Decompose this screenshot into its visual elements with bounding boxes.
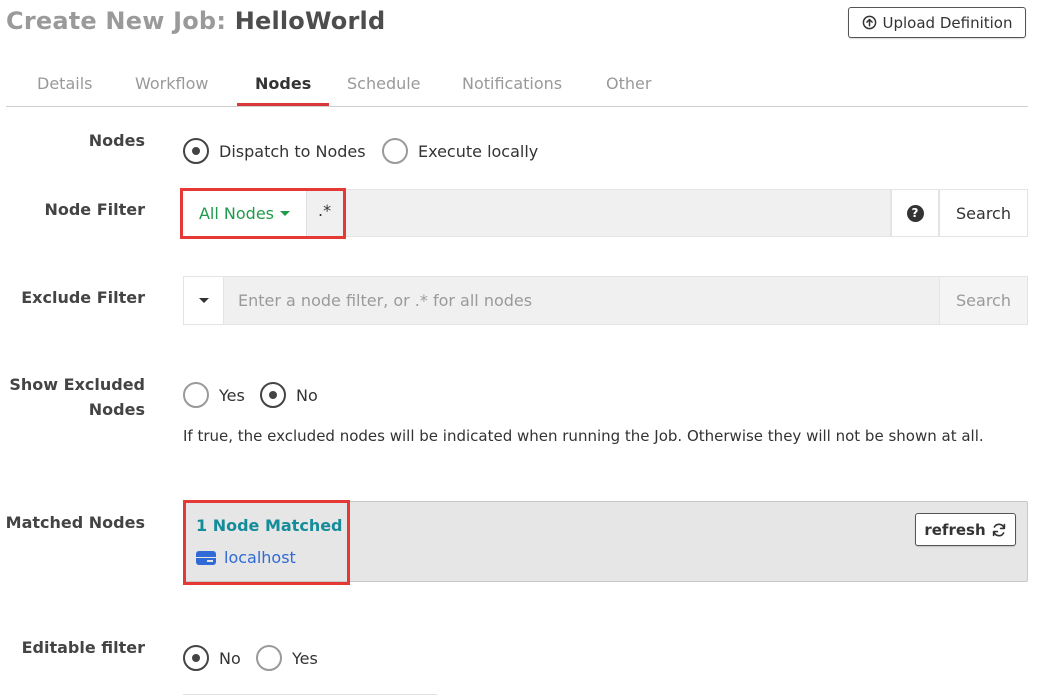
node-filter-label: Node Filter: [44, 200, 145, 219]
tab-other[interactable]: Other: [606, 74, 651, 93]
radio-selected-icon: [183, 645, 209, 671]
show-excluded-label-line2: Nodes: [88, 400, 145, 419]
highlight-box-node-filter: [180, 188, 346, 239]
refresh-label: refresh: [924, 520, 986, 539]
tab-bar: Details Workflow Nodes Schedule Notifica…: [6, 66, 1028, 107]
title-prefix: Create New Job:: [6, 7, 227, 35]
show-excluded-yes-radio[interactable]: Yes: [183, 382, 245, 408]
editable-filter-yes-label: Yes: [292, 648, 318, 668]
editable-filter-no-radio[interactable]: No: [183, 645, 241, 671]
show-excluded-no-label: No: [296, 385, 318, 405]
upload-circle-icon: [862, 15, 876, 30]
refresh-button[interactable]: refresh: [915, 513, 1016, 546]
editable-filter-no-label: No: [219, 648, 241, 668]
filter-help-button[interactable]: ?: [891, 189, 939, 237]
caret-down-icon: [198, 298, 209, 303]
editable-filter-yes-radio[interactable]: Yes: [256, 645, 318, 671]
dispatch-to-nodes-label: Dispatch to Nodes: [219, 141, 366, 161]
exclude-filter-dropdown[interactable]: [183, 276, 224, 325]
page-title: Create New Job: HelloWorld: [6, 7, 385, 35]
editable-filter-label: Editable filter: [21, 638, 145, 657]
node-filter-search-button[interactable]: Search: [939, 189, 1028, 237]
active-tab-indicator: [237, 103, 329, 106]
radio-unselected-icon: [256, 645, 282, 671]
nodes-label: Nodes: [88, 131, 145, 150]
question-circle-icon: ?: [906, 204, 924, 222]
upload-definition-button[interactable]: Upload Definition: [848, 7, 1026, 38]
radio-unselected-icon: [382, 138, 408, 164]
tab-schedule[interactable]: Schedule: [347, 74, 421, 93]
dispatch-to-nodes-radio[interactable]: Dispatch to Nodes: [183, 138, 366, 164]
execute-locally-label: Execute locally: [418, 141, 539, 161]
show-excluded-help-text: If true, the excluded nodes will be indi…: [183, 427, 984, 445]
exclude-filter-input[interactable]: [224, 276, 940, 325]
tab-workflow[interactable]: Workflow: [135, 74, 208, 93]
tab-details[interactable]: Details: [37, 74, 92, 93]
radio-unselected-icon: [183, 382, 209, 408]
upload-definition-label: Upload Definition: [882, 13, 1013, 32]
exclude-filter-label: Exclude Filter: [21, 288, 145, 307]
next-field-edge: [183, 694, 437, 698]
tab-nodes[interactable]: Nodes: [255, 74, 311, 93]
show-excluded-no-radio[interactable]: No: [260, 382, 318, 408]
radio-selected-icon: [260, 382, 286, 408]
show-excluded-yes-label: Yes: [219, 385, 245, 405]
execute-locally-radio[interactable]: Execute locally: [382, 138, 538, 164]
show-excluded-label-line1: Show Excluded: [9, 375, 145, 394]
radio-selected-icon: [183, 138, 209, 164]
job-name: HelloWorld: [234, 7, 386, 35]
highlight-box-matched-nodes: [183, 500, 350, 585]
tab-notifications[interactable]: Notifications: [462, 74, 562, 93]
refresh-icon: [992, 523, 1005, 536]
matched-nodes-label: Matched Nodes: [5, 513, 145, 532]
exclude-filter-search-button[interactable]: Search: [939, 276, 1028, 325]
